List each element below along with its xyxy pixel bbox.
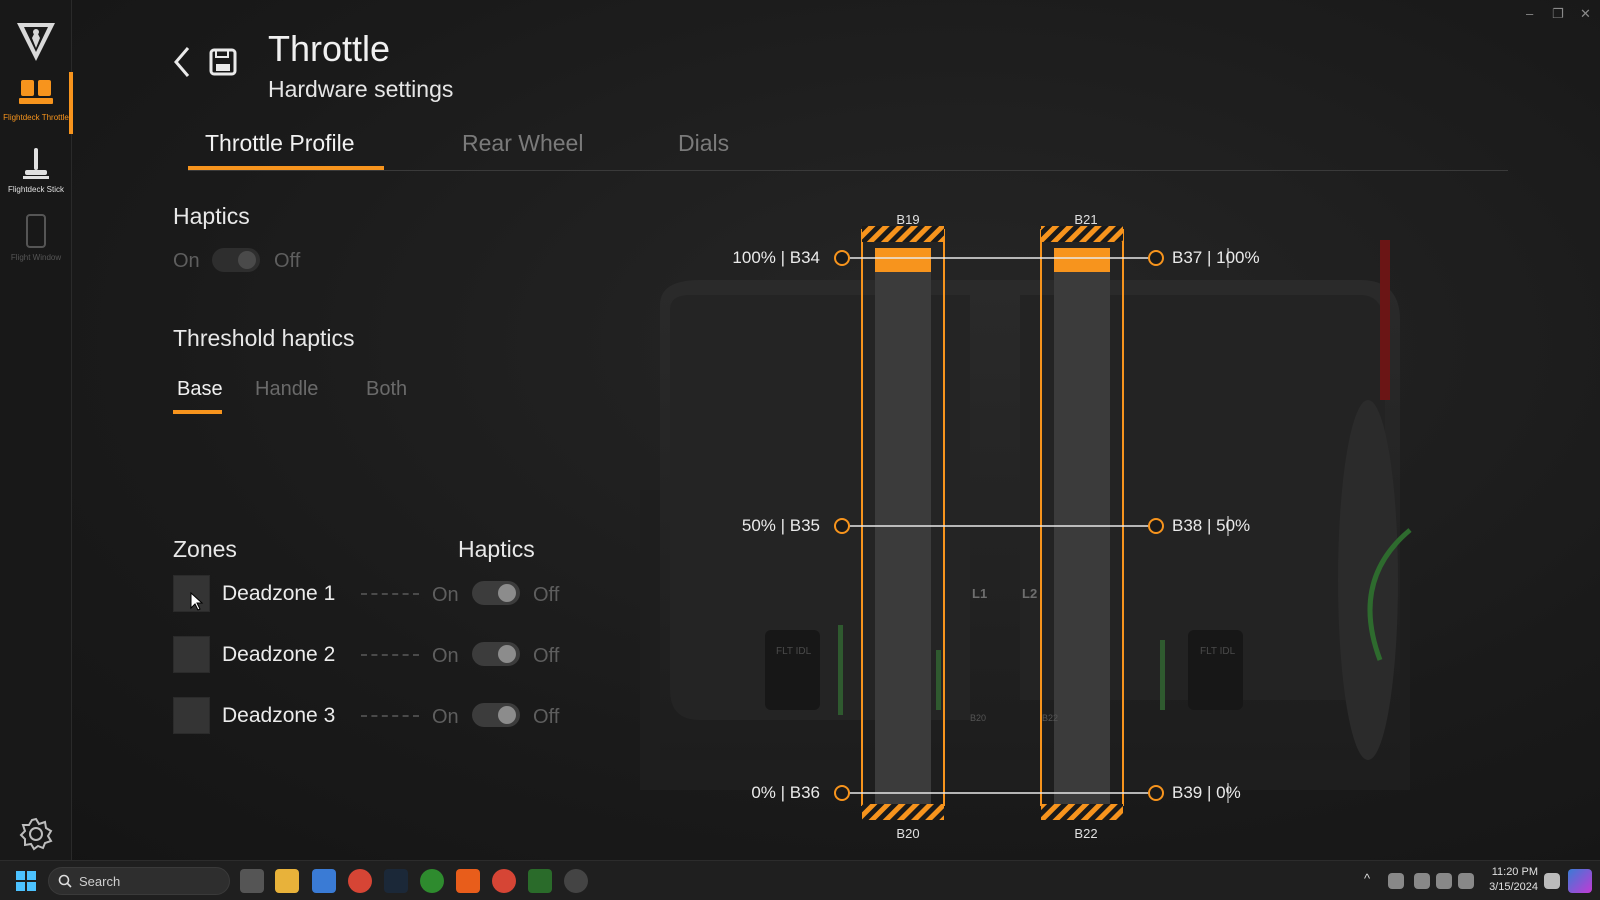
clock-date: 3/15/2024 [1489,881,1538,893]
task-view-icon[interactable] [240,869,264,893]
marker-left-100[interactable]: 100% | B34 [732,248,820,268]
app-icon[interactable] [564,869,588,893]
sidebar-item-label: Flightdeck Throttle [3,113,69,122]
settings-button[interactable] [0,816,72,857]
zones-haptics-heading: Haptics [458,536,535,562]
zone-divider [361,593,419,595]
tab-active-indicator [188,166,384,170]
tab-rear-wheel[interactable]: Rear Wheel [462,130,583,157]
zones-heading: Zones [173,536,237,562]
app-icon[interactable] [456,869,480,893]
handle-top-label: B19 [896,212,920,227]
clock-time: 11:20 PM [1491,866,1538,878]
haptics-off-label: Off [274,250,301,272]
marker-left-50[interactable]: 50% | B35 [742,516,820,536]
steam-icon[interactable] [384,869,408,893]
b20-detail-label: B20 [970,713,987,723]
throttle-icon [19,80,53,104]
notification-bell-icon[interactable] [1544,873,1560,889]
throttle-diagram: B19 B21 B20 B22 100% | B34 50% | B35 0% … [640,200,1420,860]
deadzone-1-off-label: Off [533,584,560,606]
flt-idl-label: FLT IDL [1200,646,1236,657]
zone-divider [361,654,419,656]
taskbar: Search ^ 11:20 PM 3/15/2024 [0,860,1600,900]
deadzone-1-on-label: On [432,584,459,606]
minimize-icon[interactable]: – [1526,6,1533,21]
back-button[interactable] [168,42,198,82]
handle-bottom-label: B22 [1074,826,1098,841]
deadzone-2-toggle[interactable] [472,642,520,666]
page-subtitle: Hardware settings [268,76,454,102]
deadzone-1-label: Deadzone 1 [222,582,336,605]
taskbar-search-input[interactable]: Search [48,867,230,895]
subtab-base[interactable]: Base [177,378,223,401]
subtab-active-indicator [173,410,222,414]
haptics-toggle[interactable] [212,248,260,272]
app-window: – ❐ ✕ Flightdeck Throttle Flightdeck Sti… [0,0,1600,860]
search-placeholder: Search [79,874,121,889]
copilot-icon[interactable] [1568,869,1592,893]
deadzone-2-checkbox[interactable] [173,636,210,673]
sidebar-item-flightdeck-stick[interactable]: Flightdeck Stick [0,146,72,195]
chrome-icon[interactable] [492,869,516,893]
file-explorer-icon[interactable] [275,869,299,893]
marker-right-100[interactable]: B37 | 100% [1172,248,1260,268]
volume-icon[interactable] [1436,873,1452,889]
sidebar-item-flightdeck-throttle[interactable]: Flightdeck Throttle [0,78,72,123]
sidebar-item-flight-window[interactable]: Flight Window [0,214,72,263]
restore-icon[interactable]: ❐ [1552,6,1564,22]
b22-detail-label: B22 [1042,713,1059,723]
handle-top-label: B21 [1074,212,1098,227]
microphone-icon[interactable] [1388,873,1404,889]
deadzone-3-off-label: Off [533,706,560,728]
haptics-heading: Haptics [173,203,250,229]
marker-right-0[interactable]: B39 | 0% [1172,783,1241,803]
marker-left-0[interactable]: 0% | B36 [751,783,820,803]
mouse-cursor-icon [190,592,204,611]
handle-bottom-label: B20 [896,826,920,841]
deadzone-2-label: Deadzone 2 [222,643,336,666]
lever-l2-label: L2 [1022,586,1038,601]
deadzone-2-off-label: Off [533,645,560,667]
phone-icon [26,214,46,248]
save-icon [209,48,237,76]
gear-icon [19,817,53,851]
tabbar-divider [188,170,1508,171]
back-arrow-icon [174,47,190,77]
joystick-icon [23,148,49,179]
deadzone-3-on-label: On [432,706,459,728]
sidebar-item-label: Flightdeck Stick [7,185,65,194]
tab-dials[interactable]: Dials [678,130,729,157]
deadzone-3-label: Deadzone 3 [222,704,336,727]
search-icon [58,874,72,888]
turtle-beach-app-icon[interactable] [528,869,552,893]
deadzone-3-checkbox[interactable] [173,697,210,734]
flt-idl-label: FLT IDL [776,646,812,657]
sidebar-item-label: Flight Window [10,253,62,262]
wifi-icon[interactable] [1414,873,1430,889]
subtab-both[interactable]: Both [366,378,407,401]
windows-start-icon[interactable] [14,869,38,893]
lever-l1-label: L1 [972,586,988,601]
battery-icon[interactable] [1458,873,1474,889]
haptics-on-label: On [173,250,200,272]
threshold-haptics-heading: Threshold haptics [173,325,355,351]
xbox-icon[interactable] [420,869,444,893]
close-icon[interactable]: ✕ [1580,6,1591,22]
chrome-icon[interactable] [348,869,372,893]
marker-right-50[interactable]: B38 | 50% [1172,516,1250,536]
deadzone-1-toggle[interactable] [472,581,520,605]
zone-divider [361,715,419,717]
taskbar-clock[interactable]: 11:20 PM 3/15/2024 [1489,865,1538,895]
subtab-handle[interactable]: Handle [255,378,318,401]
turtle-beach-logo-icon [0,20,72,69]
deadzone-2-on-label: On [432,645,459,667]
store-icon[interactable] [312,869,336,893]
sidebar: Flightdeck Throttle Flightdeck Stick Fli… [0,0,73,860]
page-title: Throttle [268,28,391,69]
deadzone-3-toggle[interactable] [472,703,520,727]
tray-chevron-icon[interactable]: ^ [1364,871,1370,886]
save-button[interactable] [208,46,238,78]
tab-throttle-profile[interactable]: Throttle Profile [205,130,355,157]
